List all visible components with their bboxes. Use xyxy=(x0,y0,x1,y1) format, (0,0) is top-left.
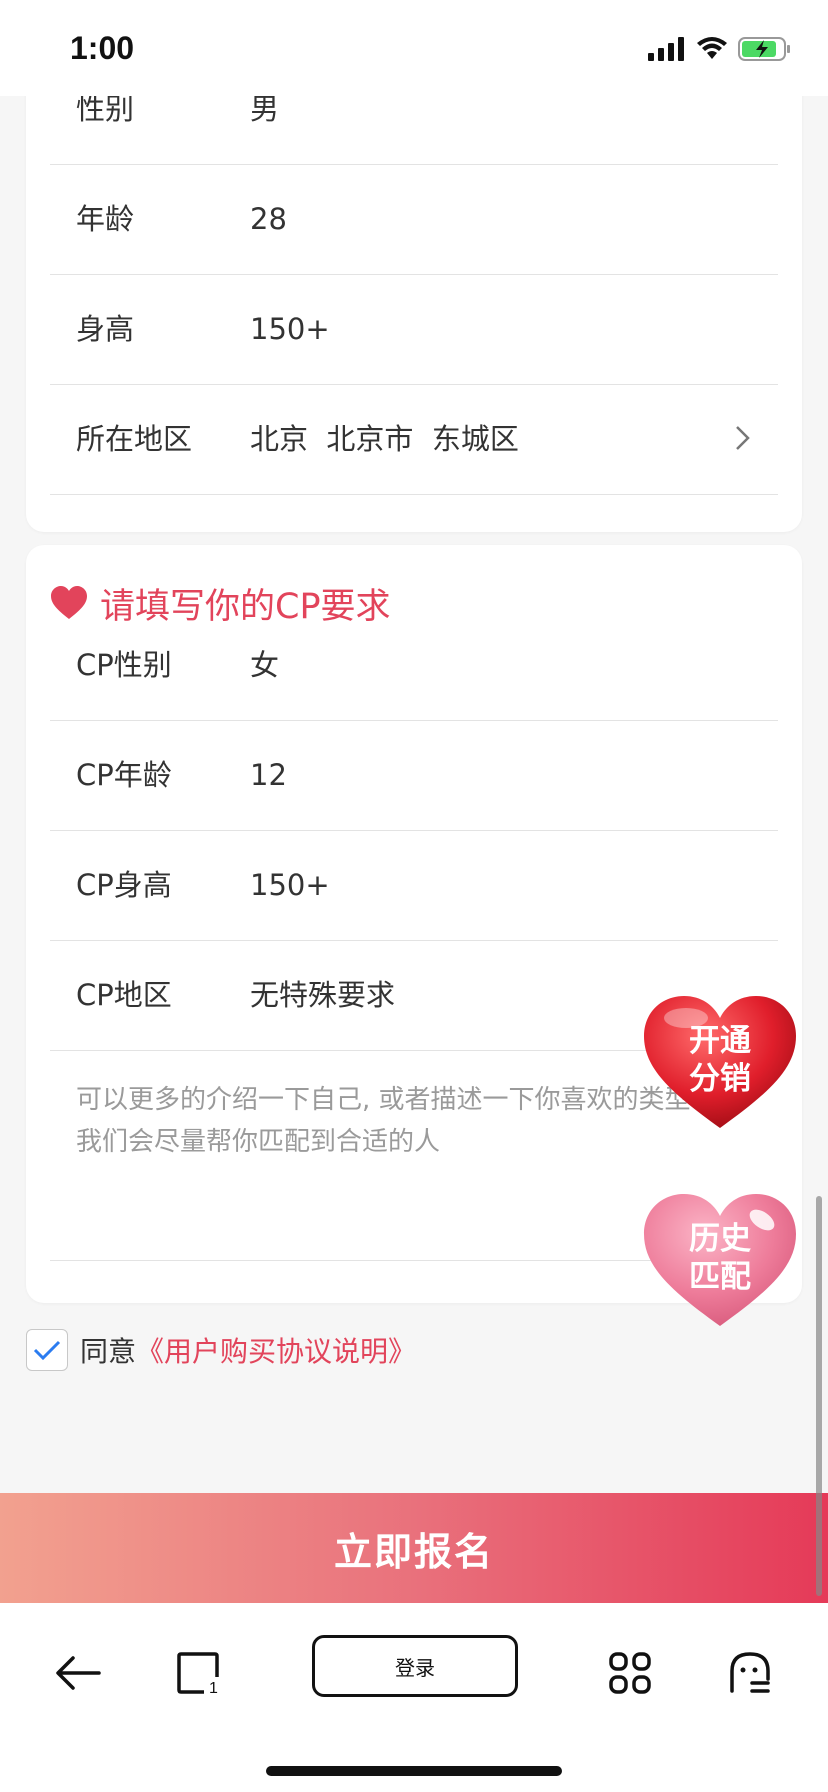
tabs-icon: 1 xyxy=(177,1652,219,1695)
svg-text:1: 1 xyxy=(209,1680,218,1695)
open-distribution-button[interactable]: 开通 分销 xyxy=(640,992,800,1142)
row-value: 150+ xyxy=(250,312,330,346)
profile-row-age[interactable]: 年龄 28 xyxy=(50,164,778,275)
row-label: 身高 xyxy=(76,312,135,346)
status-icons xyxy=(648,34,792,64)
history-match-button[interactable]: 历史 匹配 xyxy=(640,1190,800,1340)
row-label: CP年龄 xyxy=(76,758,172,792)
profile-card: 性别 男 年龄 28 身高 150+ 所在地区 北京 北京市 东城区 xyxy=(26,40,802,532)
cp-row-height[interactable]: CP身高 150+ xyxy=(50,830,778,941)
row-label: CP地区 xyxy=(76,978,172,1012)
status-time: 1:00 xyxy=(70,30,135,66)
chevron-right-icon xyxy=(736,426,750,450)
row-value: 28 xyxy=(250,202,287,236)
row-value: 无特殊要求 xyxy=(250,978,396,1012)
ghost-icon xyxy=(730,1652,770,1693)
tabs-button[interactable]: 1 xyxy=(168,1643,228,1703)
back-button[interactable] xyxy=(48,1643,108,1703)
floating-label: 历史 匹配 xyxy=(689,1221,751,1295)
signal-icon xyxy=(648,37,684,61)
row-label: CP身高 xyxy=(76,868,172,902)
login-button[interactable]: 登录 xyxy=(312,1635,518,1697)
bottom-nav: 1 登录 xyxy=(0,1603,828,1792)
row-label: 年龄 xyxy=(76,202,135,236)
profile-row-height[interactable]: 身高 150+ xyxy=(50,274,778,385)
agreement-link[interactable]: 《用户购买协议说明》 xyxy=(136,1330,416,1370)
cp-row-age[interactable]: CP年龄 12 xyxy=(50,720,778,831)
row-value: 北京 北京市 东城区 xyxy=(250,422,519,456)
row-value: 150+ xyxy=(250,868,330,902)
back-arrow-icon xyxy=(56,1656,101,1690)
checkmark-icon xyxy=(33,1340,61,1361)
profile-row-region[interactable]: 所在地区 北京 北京市 东城区 xyxy=(50,384,778,495)
battery-icon xyxy=(738,37,790,61)
profile-button[interactable] xyxy=(720,1643,780,1703)
status-bar: 1:00 xyxy=(0,0,828,96)
agree-text: 同意 xyxy=(80,1335,137,1368)
agreement-row: 同意 《用户购买协议说明》 xyxy=(26,1328,416,1372)
signup-button[interactable]: 立即报名 xyxy=(0,1493,828,1603)
grid-icon xyxy=(609,1652,651,1694)
row-value: 12 xyxy=(250,758,287,792)
agree-checkbox[interactable] xyxy=(26,1329,68,1371)
scrollbar[interactable] xyxy=(816,1196,822,1596)
row-value: 女 xyxy=(250,648,280,682)
cp-row-gender[interactable]: CP性别 女 xyxy=(50,610,778,721)
home-indicator xyxy=(266,1766,562,1776)
row-label: 所在地区 xyxy=(76,422,193,456)
floating-label: 开通 分销 xyxy=(689,1023,751,1097)
wifi-icon xyxy=(697,37,727,59)
apps-button[interactable] xyxy=(600,1643,660,1703)
row-label: CP性别 xyxy=(76,648,172,682)
